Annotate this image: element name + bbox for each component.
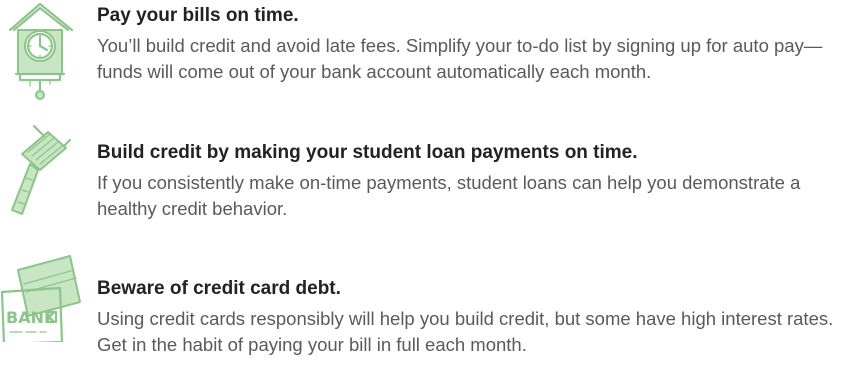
hammer-icon [0, 118, 92, 218]
tip-text: Build credit by making your student loan… [97, 141, 864, 222]
tip-text: Beware of credit card debt. Using credit… [97, 277, 864, 358]
tip-title: Pay your bills on time. [97, 5, 299, 26]
credit-tips-list: Pay your bills on time. You’ll build cre… [0, 0, 868, 365]
card-bank-text: BANK [6, 308, 57, 327]
tip-body: Using credit cards responsibly will help… [97, 308, 834, 355]
tip-text: Pay your bills on time. You’ll build cre… [97, 4, 864, 85]
bank-card-icon: BANK [0, 232, 92, 346]
cuckoo-clock-icon [0, 0, 92, 100]
tip-title: Build credit by making your student loan… [97, 142, 638, 163]
tip-body: If you consistently make on-time payment… [97, 172, 801, 219]
tip-title: Beware of credit card debt. [97, 278, 341, 299]
tip-body: You’ll build credit and avoid late fees.… [97, 35, 823, 82]
